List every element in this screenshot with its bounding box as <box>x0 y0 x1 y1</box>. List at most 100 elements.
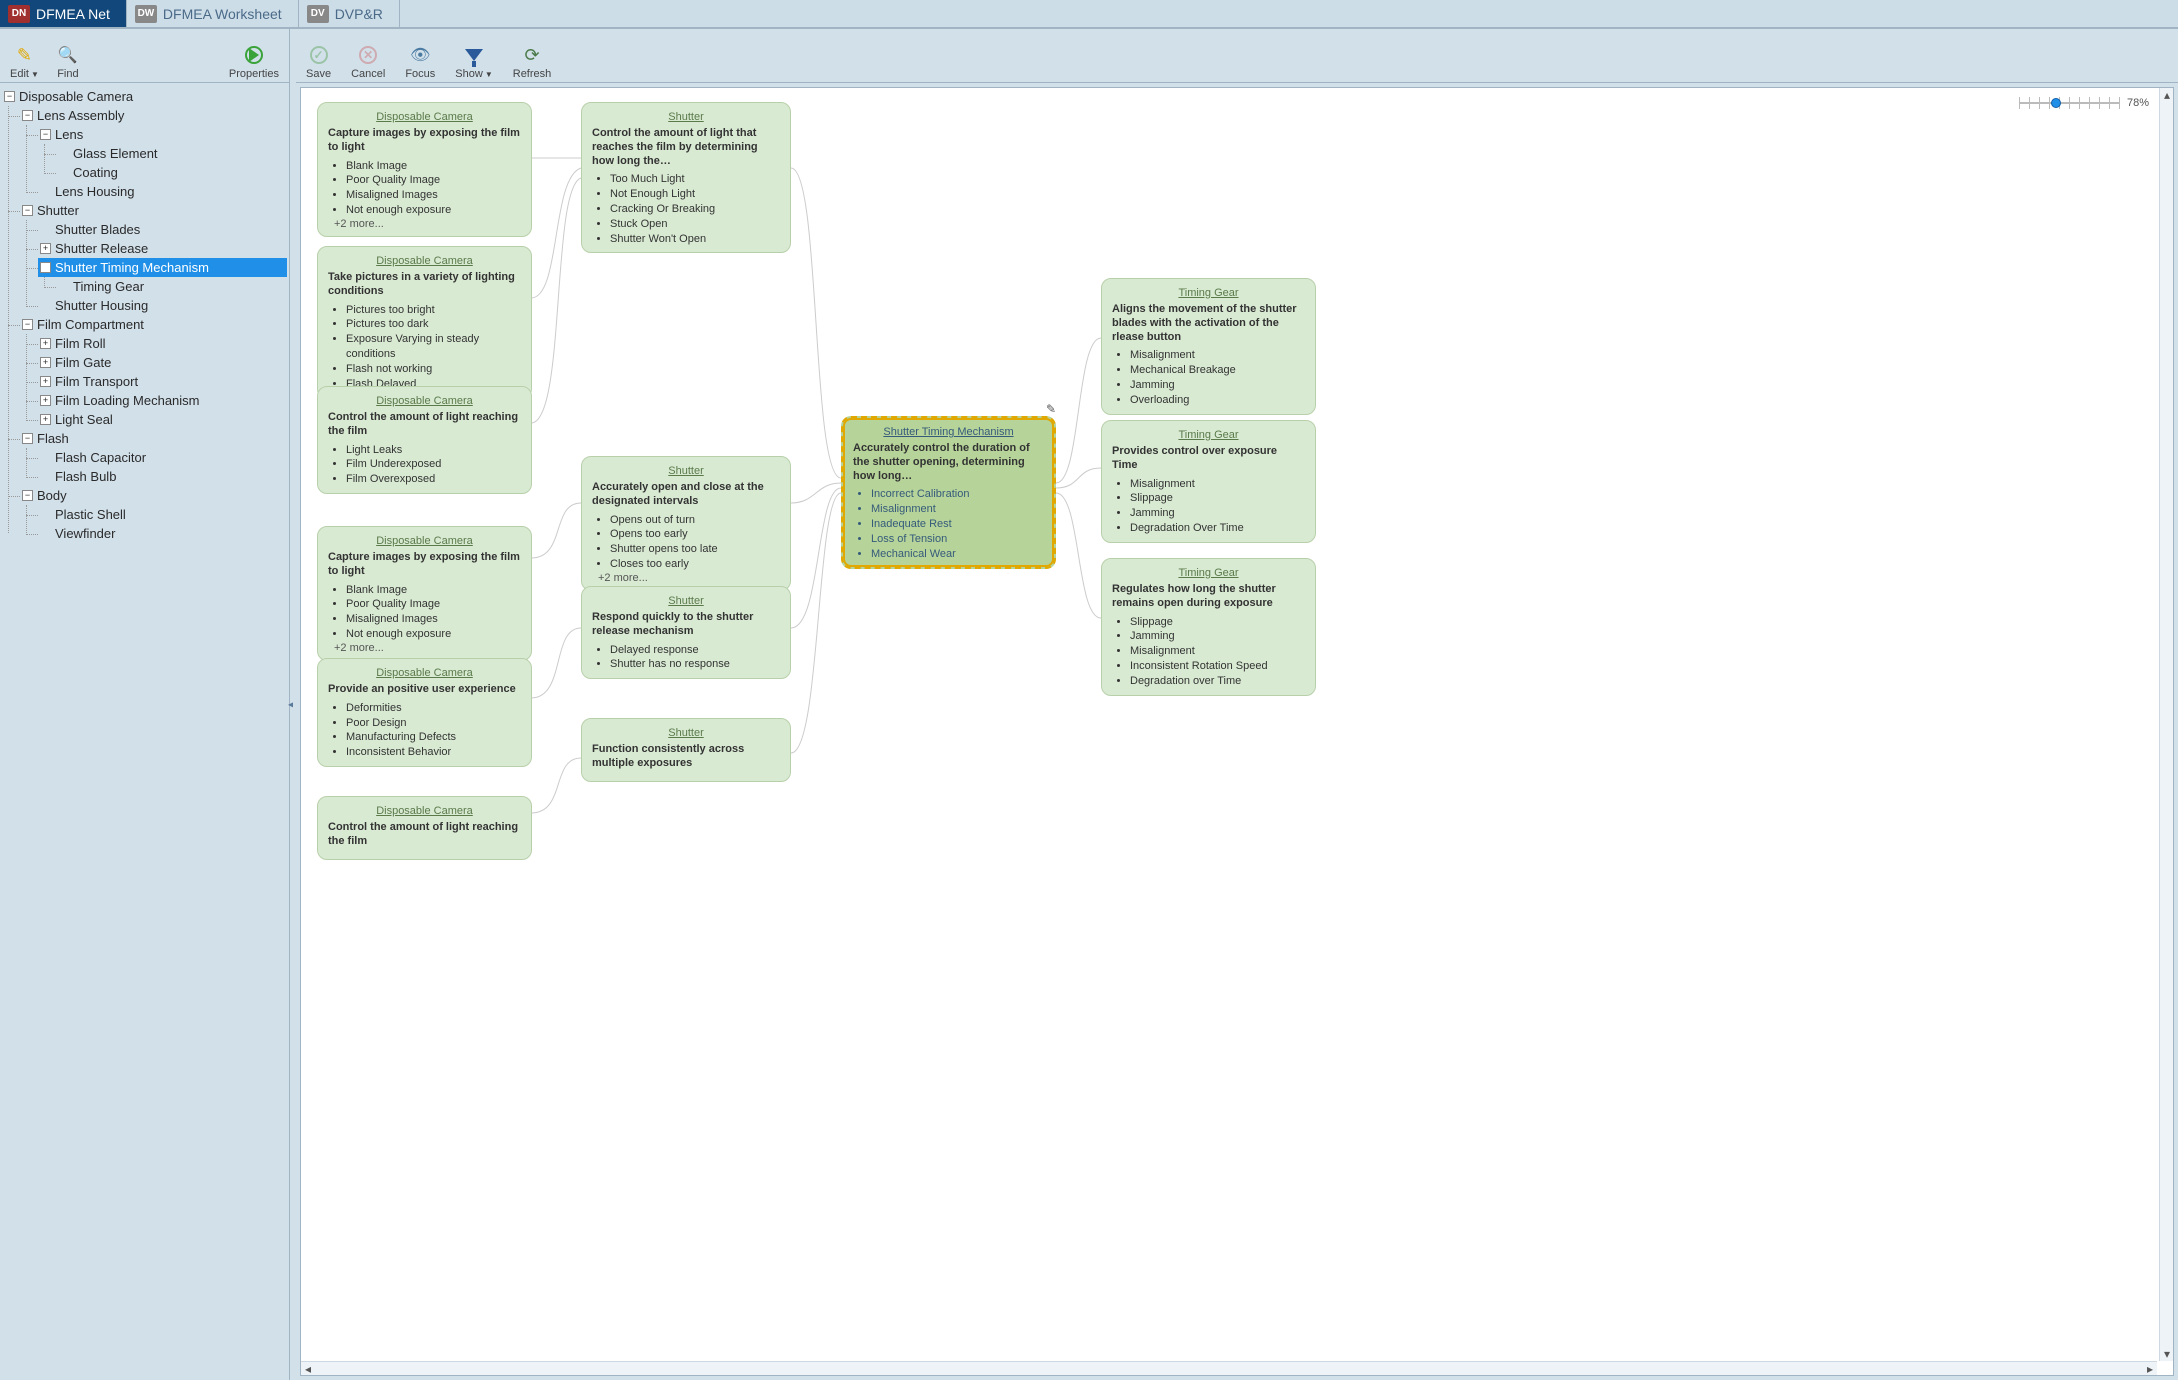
tree-node[interactable]: −Film Compartment <box>20 315 287 334</box>
card-more[interactable]: +2 more... <box>328 218 521 230</box>
card-more[interactable]: +2 more... <box>592 572 780 584</box>
zoom-control[interactable]: 78% <box>2019 94 2149 112</box>
scroll-down-icon[interactable]: ▾ <box>2160 1347 2174 1361</box>
card-title[interactable]: Disposable Camera <box>328 395 521 407</box>
collapse-icon[interactable]: − <box>22 205 33 216</box>
collapse-icon[interactable]: − <box>40 129 51 140</box>
edit-button[interactable]: Edit▼ <box>10 44 39 80</box>
card-item: Slippage <box>1130 491 1305 506</box>
tree-node-label: Disposable Camera <box>19 89 133 104</box>
card-item: Jamming <box>1130 378 1305 393</box>
net-card[interactable]: ShutterAccurately open and close at the … <box>581 456 791 591</box>
collapse-icon[interactable]: − <box>4 91 15 102</box>
card-title[interactable]: Disposable Camera <box>328 255 521 267</box>
tree-node[interactable]: −Shutter Timing Mechanism <box>38 258 287 277</box>
refresh-button[interactable]: Refresh <box>513 44 552 80</box>
net-card[interactable]: Timing GearAligns the movement of the sh… <box>1101 278 1316 415</box>
tab-dvpr[interactable]: DV DVP&R <box>299 0 400 27</box>
scroll-right-icon[interactable]: ▸ <box>2143 1362 2157 1376</box>
zoom-thumb[interactable] <box>2051 98 2061 108</box>
focus-button[interactable]: Focus <box>405 44 435 80</box>
card-title[interactable]: Timing Gear <box>1112 287 1305 299</box>
card-item-list: Light LeaksFilm UnderexposedFilm Overexp… <box>328 443 521 488</box>
tree-node[interactable]: −Body <box>20 486 287 505</box>
tree-node[interactable]: Viewfinder <box>38 524 287 543</box>
splitter[interactable] <box>290 29 296 1380</box>
tree-node[interactable]: Timing Gear <box>56 277 287 296</box>
tree-node[interactable]: Shutter Blades <box>38 220 287 239</box>
properties-button[interactable]: Properties <box>229 44 279 80</box>
tree-node[interactable]: Glass Element <box>56 144 287 163</box>
net-card[interactable]: Disposable CameraControl the amount of l… <box>317 386 532 494</box>
tree[interactable]: −Disposable Camera−Lens Assembly−LensGla… <box>0 83 289 1380</box>
tree-node[interactable]: −Flash <box>20 429 287 448</box>
card-title[interactable]: Disposable Camera <box>328 667 521 679</box>
expand-icon[interactable]: + <box>40 357 51 368</box>
collapse-icon[interactable]: − <box>22 110 33 121</box>
net-card[interactable]: Disposable CameraCapture images by expos… <box>317 102 532 237</box>
net-card[interactable]: ShutterFunction consistently across mult… <box>581 718 791 782</box>
card-title[interactable]: Shutter <box>592 465 780 477</box>
expand-icon[interactable]: + <box>40 395 51 406</box>
tree-node[interactable]: +Shutter Release <box>38 239 287 258</box>
card-title[interactable]: Shutter <box>592 111 780 123</box>
net-card[interactable]: Disposable CameraControl the amount of l… <box>317 796 532 860</box>
card-title[interactable]: Shutter <box>592 727 780 739</box>
tree-node[interactable]: Shutter Housing <box>38 296 287 315</box>
card-title[interactable]: Timing Gear <box>1112 429 1305 441</box>
collapse-icon[interactable]: − <box>40 262 51 273</box>
cancel-label: Cancel <box>351 68 385 80</box>
expand-icon[interactable]: + <box>40 338 51 349</box>
collapse-icon[interactable]: − <box>22 433 33 444</box>
properties-label: Properties <box>229 68 279 80</box>
scroll-left-icon[interactable]: ◂ <box>301 1362 315 1376</box>
net-card[interactable]: Timing GearRegulates how long the shutte… <box>1101 558 1316 696</box>
card-title[interactable]: Disposable Camera <box>328 111 521 123</box>
card-title[interactable]: Disposable Camera <box>328 535 521 547</box>
zoom-slider[interactable] <box>2019 94 2119 112</box>
tree-node[interactable]: −Shutter <box>20 201 287 220</box>
card-title[interactable]: Disposable Camera <box>328 805 521 817</box>
expand-icon[interactable]: + <box>40 376 51 387</box>
find-button[interactable]: Find <box>57 44 79 80</box>
card-item: Not enough exposure <box>346 627 521 642</box>
pencil-icon[interactable]: ✎ <box>1046 402 1056 416</box>
net-card[interactable]: Timing GearProvides control over exposur… <box>1101 420 1316 543</box>
tree-node[interactable]: +Light Seal <box>38 410 287 429</box>
cancel-button[interactable]: ✕ Cancel <box>351 44 385 80</box>
net-card[interactable]: Disposable CameraCapture images by expos… <box>317 526 532 661</box>
net-card[interactable]: Shutter Timing MechanismAccurately contr… <box>841 416 1056 569</box>
horizontal-scrollbar[interactable]: ◂ ▸ <box>301 1361 2157 1375</box>
tree-node[interactable]: +Film Transport <box>38 372 287 391</box>
tab-dfmea-worksheet[interactable]: DW DFMEA Worksheet <box>127 0 299 27</box>
tree-node[interactable]: −Disposable Camera <box>2 87 287 106</box>
collapse-icon[interactable]: − <box>22 490 33 501</box>
tree-node[interactable]: Flash Bulb <box>38 467 287 486</box>
vertical-scrollbar[interactable]: ▴ ▾ <box>2159 88 2173 1361</box>
tab-dfmea-net[interactable]: DN DFMEA Net <box>0 0 127 27</box>
net-card[interactable]: Disposable CameraProvide an positive use… <box>317 658 532 767</box>
net-card[interactable]: ShutterControl the amount of light that … <box>581 102 791 253</box>
card-title[interactable]: Timing Gear <box>1112 567 1305 579</box>
tree-node[interactable]: +Film Loading Mechanism <box>38 391 287 410</box>
expand-icon[interactable]: + <box>40 414 51 425</box>
tree-node[interactable]: −Lens Assembly <box>20 106 287 125</box>
tree-node[interactable]: Flash Capacitor <box>38 448 287 467</box>
tree-node[interactable]: Coating <box>56 163 287 182</box>
tree-node[interactable]: −Lens <box>38 125 287 144</box>
show-button[interactable]: Show▼ <box>455 44 492 80</box>
net-card[interactable]: Disposable CameraTake pictures in a vari… <box>317 246 532 399</box>
card-more[interactable]: +2 more... <box>328 642 521 654</box>
collapse-icon[interactable]: − <box>22 319 33 330</box>
net-card[interactable]: ShutterRespond quickly to the shutter re… <box>581 586 791 679</box>
card-title[interactable]: Shutter Timing Mechanism <box>853 426 1044 438</box>
save-button[interactable]: ✓ Save <box>306 44 331 80</box>
tree-node[interactable]: Plastic Shell <box>38 505 287 524</box>
card-title[interactable]: Shutter <box>592 595 780 607</box>
tree-node[interactable]: Lens Housing <box>38 182 287 201</box>
expand-icon[interactable]: + <box>40 243 51 254</box>
tree-node[interactable]: +Film Gate <box>38 353 287 372</box>
canvas[interactable]: 78% Disposable CameraCapture images by e… <box>300 87 2174 1376</box>
scroll-up-icon[interactable]: ▴ <box>2160 88 2174 102</box>
tree-node[interactable]: +Film Roll <box>38 334 287 353</box>
